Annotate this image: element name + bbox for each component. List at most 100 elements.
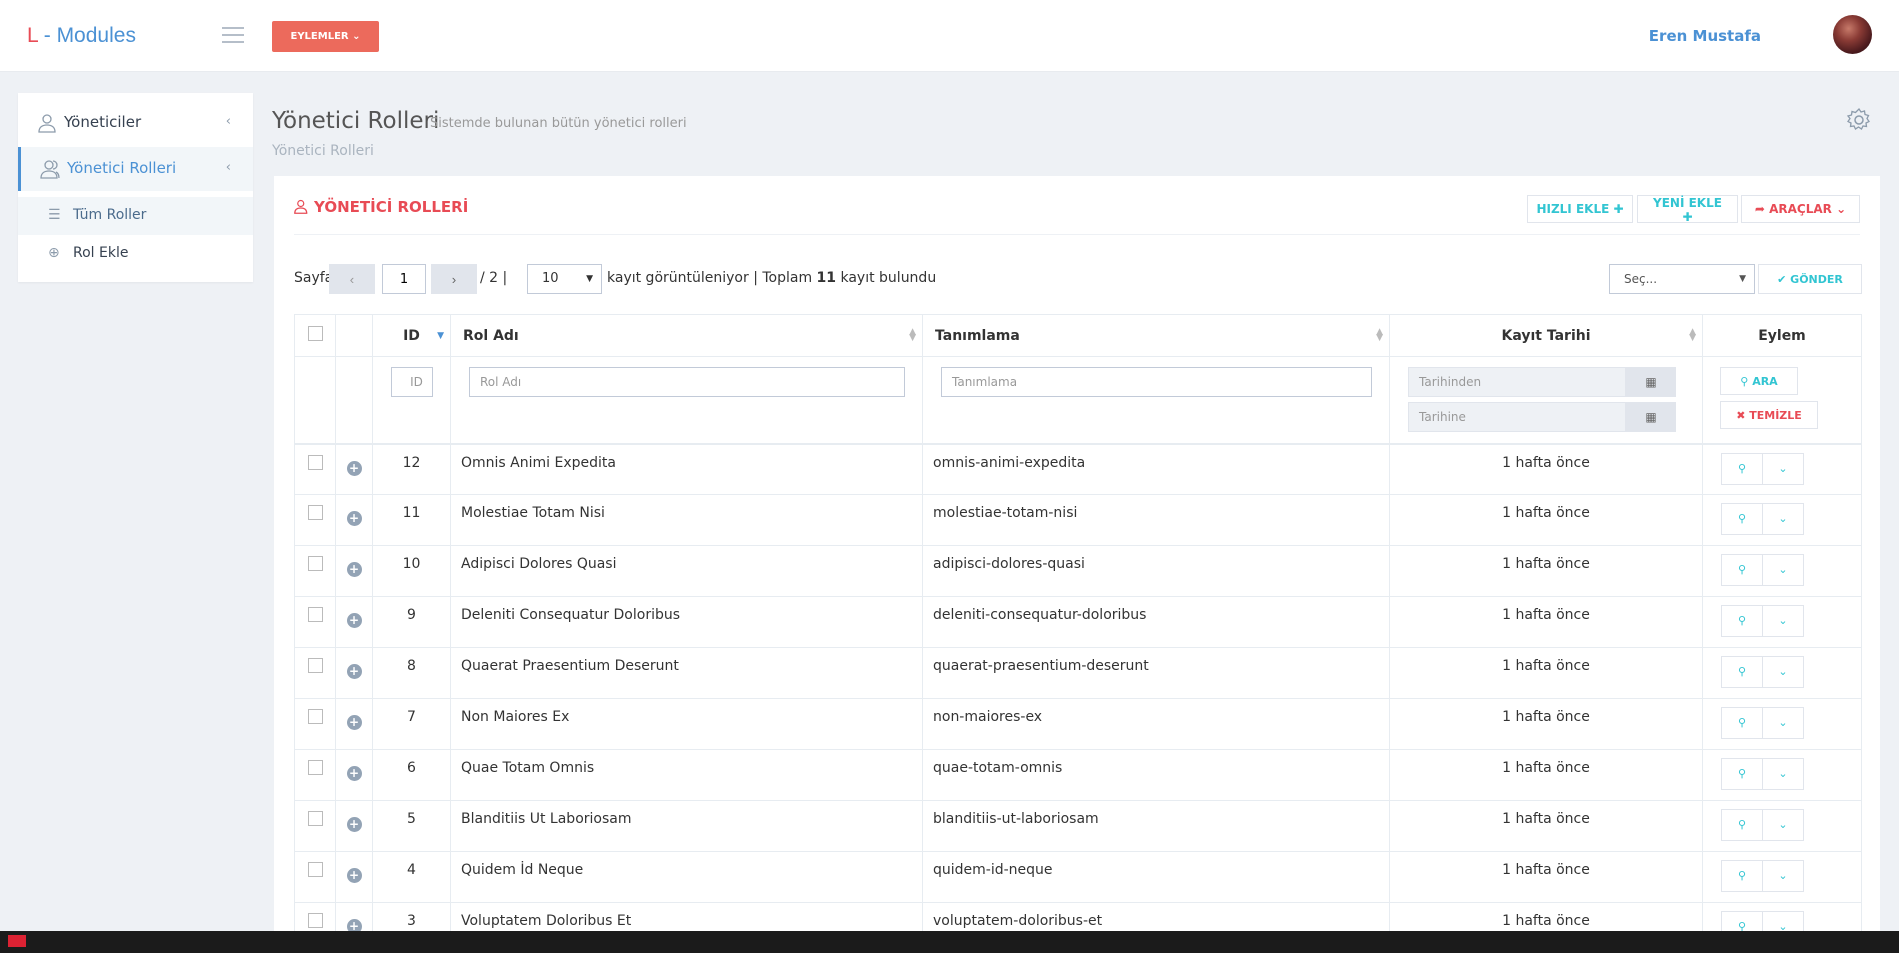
table-row[interactable]: +5 Blanditiis Ut Laboriosam blanditiis-ut-…	[294, 800, 1862, 852]
row-view-button[interactable]: ⚲	[1721, 656, 1763, 688]
sidebar-subitem-rol-ekle[interactable]: ⊕ Rol Ekle	[18, 235, 253, 273]
column-header-desc[interactable]: Tanımlama ▲ ▼	[922, 314, 1390, 357]
clear-button[interactable]: ✖ TEMİZLE	[1720, 401, 1818, 429]
row-view-button[interactable]: ⚲	[1721, 452, 1763, 485]
hamburger-menu-icon[interactable]	[222, 27, 244, 43]
tools-dropdown-button[interactable]: ➦ ARAÇLAR ⌄	[1741, 195, 1860, 223]
row-expand-cell: +	[335, 596, 373, 648]
search-button[interactable]: ⚲ ARA	[1720, 367, 1798, 395]
row-select-cell	[294, 749, 336, 801]
row-checkbox[interactable]	[307, 556, 323, 571]
row-menu-button[interactable]: ⌄	[1762, 758, 1804, 790]
next-page-button[interactable]: ›	[431, 264, 477, 294]
roles-table: ID ▼ Rol Adı ▲ ▼ Tanımlama ▲ ▼ Kayıt Tarihi ▲ ▼…	[294, 314, 1862, 953]
row-menu-button[interactable]: ⌄	[1762, 860, 1804, 892]
row-menu-button[interactable]: ⌄	[1762, 452, 1804, 485]
expand-row-icon[interactable]: +	[346, 511, 362, 526]
column-header-name[interactable]: Rol Adı ▲ ▼	[450, 314, 923, 357]
row-checkbox[interactable]	[307, 658, 323, 673]
desc-filter-input[interactable]: Tanımlama	[941, 367, 1372, 397]
date-from-input[interactable]: Tarihinden	[1408, 367, 1626, 397]
expand-row-icon[interactable]: +	[346, 664, 362, 679]
bulk-action-select[interactable]: Seç... ▼	[1609, 264, 1755, 294]
expand-row-icon[interactable]: +	[346, 460, 362, 476]
sidebar-item-yonetici-rolleri[interactable]: Yönetici Rolleri ‹	[18, 147, 253, 191]
row-checkbox[interactable]	[307, 760, 323, 775]
table-row[interactable]: +6 Quae Totam Omnis quae-totam-omnis 1 haft…	[294, 749, 1862, 801]
expand-row-icon[interactable]: +	[346, 562, 362, 577]
row-role-name: Blanditiis Ut Laboriosam	[450, 800, 923, 852]
expand-row-icon[interactable]: +	[346, 868, 362, 883]
sidebar: Yöneticiler ‹ Yönetici Rolleri ‹ ☰ Tüm R…	[18, 93, 253, 282]
row-view-button[interactable]: ⚲	[1721, 503, 1763, 535]
name-filter-input[interactable]: Rol Adı	[469, 367, 905, 397]
quick-add-button[interactable]: HIZLI EKLE ✚	[1527, 195, 1633, 223]
expand-row-icon[interactable]: +	[346, 766, 362, 781]
row-menu-button[interactable]: ⌄	[1762, 809, 1804, 841]
actions-dropdown-button[interactable]: EYLEMLER ⌄	[272, 21, 379, 52]
row-description: quae-totam-omnis	[922, 749, 1390, 801]
submit-button[interactable]: ✔ GÖNDER	[1758, 264, 1862, 294]
row-checkbox[interactable]	[307, 607, 323, 622]
row-view-button[interactable]: ⚲	[1721, 758, 1763, 790]
per-page-select[interactable]: 10 ▼	[527, 264, 602, 294]
row-checkbox[interactable]	[307, 709, 323, 724]
roles-portlet: YÖNETİCİ ROLLERİ HIZLI EKLE ✚ YENİ EKLE …	[274, 176, 1880, 953]
column-header-date[interactable]: Kayıt Tarihi ▲ ▼	[1389, 314, 1703, 357]
table-row[interactable]: +12 Omnis Animi Expedita omnis-animi-exped…	[294, 443, 1862, 495]
table-row[interactable]: +8 Quaerat Praesentium Deserunt quaerat-pr…	[294, 647, 1862, 699]
table-row[interactable]: +10 Adipisci Dolores Quasi adipisci-dolore…	[294, 545, 1862, 597]
chevron-left-icon: ‹	[225, 114, 231, 129]
row-select-cell	[294, 800, 336, 852]
breadcrumb[interactable]: Yönetici Rolleri	[272, 143, 374, 159]
date-to-input[interactable]: Tarihine	[1408, 402, 1626, 432]
row-role-name: Molestiae Totam Nisi	[450, 494, 923, 546]
taskbar-app-icon[interactable]	[8, 935, 26, 947]
row-menu-button[interactable]: ⌄	[1762, 554, 1804, 586]
user-name[interactable]: Eren Mustafa	[1649, 27, 1761, 45]
expand-row-icon[interactable]: +	[346, 613, 362, 628]
row-checkbox[interactable]	[307, 505, 323, 520]
new-add-button[interactable]: YENİ EKLE ✚	[1637, 195, 1738, 224]
row-view-button[interactable]: ⚲	[1721, 707, 1763, 739]
row-checkbox[interactable]	[307, 862, 323, 877]
expand-row-icon[interactable]: +	[346, 817, 362, 832]
app-logo[interactable]: L - Modules	[27, 24, 136, 48]
row-checkbox[interactable]	[307, 811, 323, 826]
row-select-cell	[294, 443, 336, 495]
expand-row-icon[interactable]: +	[346, 715, 362, 730]
prev-page-button[interactable]: ‹	[329, 264, 375, 294]
row-expand-cell: +	[335, 749, 373, 801]
row-view-button[interactable]: ⚲	[1721, 554, 1763, 586]
row-menu-button[interactable]: ⌄	[1762, 656, 1804, 688]
page-label: Sayfa	[294, 270, 334, 286]
calendar-icon[interactable]: ▦	[1626, 367, 1676, 397]
row-checkbox[interactable]	[307, 913, 323, 928]
row-role-name: Non Maiores Ex	[450, 698, 923, 750]
column-header-id[interactable]: ID ▼	[372, 314, 451, 357]
calendar-icon[interactable]: ▦	[1626, 402, 1676, 432]
table-row[interactable]: +9 Deleniti Consequatur Doloribus deleniti…	[294, 596, 1862, 648]
table-row[interactable]: +11 Molestiae Totam Nisi molestiae-totam-n…	[294, 494, 1862, 546]
sidebar-item-yoneticiler[interactable]: Yöneticiler ‹	[18, 101, 253, 145]
row-actions: ⚲ ⌄	[1702, 596, 1862, 648]
caret-down-icon: ▼	[586, 274, 593, 284]
row-id: 6	[372, 749, 451, 801]
row-menu-button[interactable]: ⌄	[1762, 605, 1804, 637]
row-select-cell	[294, 545, 336, 597]
row-menu-button[interactable]: ⌄	[1762, 503, 1804, 535]
table-row[interactable]: +4 Quidem İd Neque quidem-id-neque 1 hafta …	[294, 851, 1862, 903]
id-filter-input[interactable]: ID	[390, 367, 433, 397]
select-all-checkbox[interactable]	[307, 326, 323, 341]
row-menu-button[interactable]: ⌄	[1762, 707, 1804, 739]
sidebar-subitem-tum-roller[interactable]: ☰ Tüm Roller	[18, 197, 253, 235]
gear-icon[interactable]	[1846, 107, 1872, 133]
page-number-input[interactable]	[382, 264, 426, 294]
avatar[interactable]	[1833, 15, 1872, 54]
row-view-button[interactable]: ⚲	[1721, 860, 1763, 892]
row-checkbox[interactable]	[307, 454, 323, 470]
row-view-button[interactable]: ⚲	[1721, 809, 1763, 841]
row-view-button[interactable]: ⚲	[1721, 605, 1763, 637]
row-select-cell	[294, 596, 336, 648]
table-row[interactable]: +7 Non Maiores Ex non-maiores-ex 1 hafta ön…	[294, 698, 1862, 750]
